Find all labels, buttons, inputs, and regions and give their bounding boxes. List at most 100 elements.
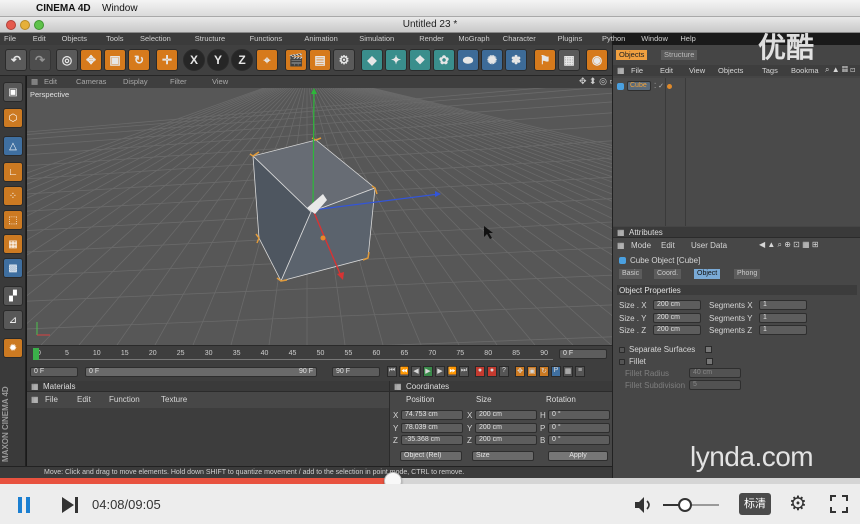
attributes-tab-object[interactable]: Object (694, 269, 721, 279)
pause-icon[interactable] (16, 497, 32, 513)
model-mode-icon[interactable]: △ (3, 136, 23, 156)
nurbs-icon[interactable]: ✿ (433, 49, 455, 71)
size-mode-select[interactable]: Size (472, 451, 534, 461)
viewport-menu-display[interactable]: Display (123, 77, 148, 86)
keyframe-selection-icon[interactable]: ? (499, 366, 509, 377)
next-icon[interactable] (60, 496, 80, 514)
fillet-radius-field[interactable]: 40 cm (689, 368, 741, 378)
menu-tools[interactable]: Tools (106, 34, 124, 43)
live-selection-icon[interactable]: ◎ (56, 49, 78, 71)
go-to-start-icon[interactable]: ⏮ (387, 366, 397, 377)
object-visibility-dots[interactable]: ⁚ ✓ (654, 82, 664, 90)
timeline-start-field[interactable]: 0 F (30, 367, 78, 377)
polygons-mode-icon[interactable]: ▦ (3, 234, 23, 254)
materials-menu-texture[interactable]: Texture (161, 395, 187, 404)
autokey-icon[interactable]: ● (487, 366, 497, 377)
materials-menu-file[interactable]: File (45, 395, 58, 404)
redo-icon[interactable]: ↷ (29, 49, 51, 71)
objects-menu-file[interactable]: File (631, 66, 643, 75)
size-field[interactable]: 200 cm (475, 422, 537, 433)
menu-file[interactable]: File (4, 34, 16, 43)
materials-list[interactable] (27, 408, 389, 466)
apply-button[interactable]: Apply (548, 451, 608, 461)
prev-frame-icon[interactable]: ◀ (411, 366, 421, 377)
y-axis-lock-button[interactable]: Y (207, 49, 229, 71)
objects-search-icon[interactable]: ⌕ ▲ ▦ ⊡ (825, 65, 855, 75)
deformer-icon[interactable]: ⬬ (457, 49, 479, 71)
timeline-end-field[interactable]: 90 F (332, 367, 380, 377)
menu-character[interactable]: Character (503, 34, 536, 43)
attributes-menu-user-data[interactable]: User Data (691, 241, 727, 250)
object-row-cube[interactable]: Cube ⁚ ✓ (617, 81, 689, 91)
fillet-checkbox[interactable] (619, 358, 625, 365)
snap-icon[interactable]: ✹ (3, 338, 23, 358)
move-tool-icon[interactable]: ✥ (80, 49, 102, 71)
next-frame-icon[interactable]: ▶ (435, 366, 445, 377)
axis-mode-icon[interactable]: ∟ (3, 162, 23, 182)
fillet-subdivision-field[interactable]: 5 (689, 380, 741, 390)
key-param-icon[interactable]: P (551, 366, 561, 377)
key-rotation-icon[interactable]: ↻ (539, 366, 549, 377)
prev-key-icon[interactable]: ⏪ (399, 366, 409, 377)
render-settings-icon[interactable]: ⚙ (333, 49, 355, 71)
light-icon[interactable]: ◉ (586, 49, 608, 71)
viewport-menu-cameras[interactable]: Cameras (76, 77, 106, 86)
quality-button[interactable]: 标清 (739, 493, 771, 515)
rotation-field[interactable]: 0 ° (548, 435, 610, 445)
menu-simulation[interactable]: Simulation (359, 34, 394, 43)
key-pla-icon[interactable]: ▦ (563, 366, 573, 377)
viewport-menu-view[interactable]: View (212, 77, 228, 86)
rotate-tool-icon[interactable]: ↻ (128, 49, 150, 71)
attributes-tab-coord[interactable]: Coord. (654, 269, 682, 279)
environment-icon[interactable]: ✽ (505, 49, 527, 71)
objects-menu-bookma[interactable]: Bookma (791, 66, 819, 75)
coordinate-system-icon[interactable]: ⌖ (256, 49, 278, 71)
segments-field[interactable]: 1 (759, 312, 807, 323)
next-key-icon[interactable]: ⏩ (447, 366, 457, 377)
size-field[interactable]: 200 cm (475, 435, 537, 445)
menu-edit[interactable]: Edit (33, 34, 46, 43)
key-position-icon[interactable]: ✥ (515, 366, 525, 377)
viewport-menu-filter[interactable]: Filter (170, 77, 187, 86)
layout-icon[interactable]: ▦ (558, 49, 580, 71)
scale-tool-icon[interactable]: ▣ (104, 49, 126, 71)
objects-tab-structure[interactable]: Structure (661, 50, 698, 60)
x-axis-lock-button[interactable]: X (183, 49, 205, 71)
materials-menu-edit[interactable]: Edit (77, 395, 91, 404)
tweak-mode-icon[interactable]: ▩ (3, 258, 23, 278)
subdivision-surface-icon[interactable]: ✦ (385, 49, 407, 71)
materials-menu-function[interactable]: Function (109, 395, 140, 404)
position-field[interactable]: -35.368 cm (401, 435, 463, 445)
menu-animation[interactable]: Animation (304, 34, 337, 43)
checkerboard-icon[interactable]: ▞ (3, 286, 23, 306)
segments-field[interactable]: 1 (759, 325, 807, 335)
menu-objects[interactable]: Objects (62, 34, 87, 43)
attributes-menu-edit[interactable]: Edit (661, 241, 675, 250)
size-field[interactable]: 200 cm (475, 410, 537, 420)
prop-size-field[interactable]: 200 cm (653, 325, 701, 335)
workplane-icon[interactable]: ⊿ (3, 310, 23, 330)
objects-menu-objects[interactable]: Objects (718, 66, 743, 75)
make-editable-icon[interactable]: ▣ (3, 82, 23, 102)
prop-size-field[interactable]: 200 cm (653, 300, 701, 310)
menu-selection[interactable]: Selection (140, 34, 171, 43)
volume-knob[interactable] (678, 498, 693, 512)
timeline-ruler[interactable]: 051015202530354045505560657075808590 (33, 348, 563, 360)
menu-plugins[interactable]: Plugins (558, 34, 583, 43)
position-field[interactable]: 78.039 cm (401, 422, 463, 433)
objects-menu-view[interactable]: View (689, 66, 705, 75)
undo-icon[interactable]: ↶ (5, 49, 27, 71)
attributes-nav-icons[interactable]: ◀ ▲ ⌕ ⊕ ⊡ ▦ ⊞ (759, 240, 819, 250)
play-icon[interactable]: ▶ (423, 366, 433, 377)
perspective-viewport[interactable]: Perspective (27, 88, 612, 345)
recent-tools-icon[interactable]: ✛ (156, 49, 178, 71)
menu-functions[interactable]: Functions (250, 34, 283, 43)
object-name-cube[interactable]: Cube (627, 81, 651, 91)
fullscreen-icon[interactable] (830, 495, 848, 513)
mac-window-menu[interactable]: Window (102, 3, 138, 14)
objects-menu-tags[interactable]: Tags (762, 66, 778, 75)
attributes-tab-basic[interactable]: Basic (619, 269, 643, 279)
viewport-menu-edit[interactable]: Edit (44, 77, 57, 86)
objects-list[interactable]: Cube ⁚ ✓ (613, 78, 860, 226)
points-mode-icon[interactable]: ⁘ (3, 186, 23, 206)
